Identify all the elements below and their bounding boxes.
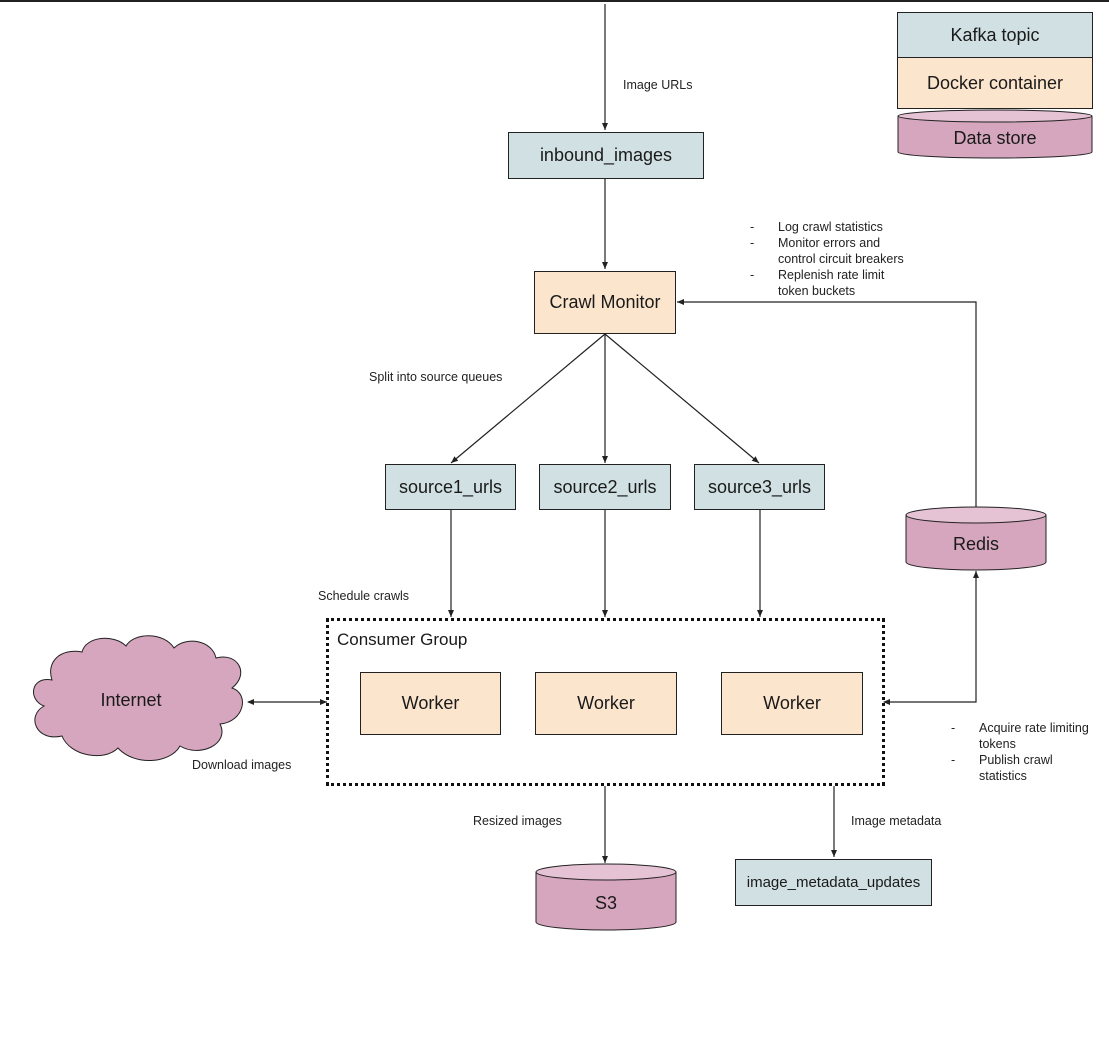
worker-label: Worker xyxy=(401,693,460,713)
monitor-notes: - Log crawl statistics - Monitor errors an… xyxy=(750,219,904,299)
worker-notes: - Acquire rate limiting tokens - Publish c… xyxy=(951,720,1089,784)
node-s3-label: S3 xyxy=(594,892,618,913)
node-source3-label: source3_urls xyxy=(707,476,812,497)
node-crawl-monitor-label: Crawl Monitor xyxy=(549,292,661,312)
node-inbound-images-label: inbound_images xyxy=(539,145,673,165)
node-internet[interactable]: Internet xyxy=(70,683,192,717)
node-redis[interactable]: Redis xyxy=(906,523,1046,565)
label-resized-images: Resized images xyxy=(473,814,562,828)
legend-data-store: Data store xyxy=(898,122,1092,154)
edge-group-redis xyxy=(883,571,979,705)
edge-monitor-to-source3 xyxy=(604,333,760,464)
legend-docker-label: Docker container xyxy=(926,72,1064,93)
node-source3-urls[interactable]: source3_urls xyxy=(694,464,825,510)
node-source1-urls[interactable]: source1_urls xyxy=(385,464,516,510)
node-metadata-label: image_metadata_updates xyxy=(746,874,921,891)
note-row: tokens xyxy=(979,737,1016,751)
node-worker[interactable]: Worker xyxy=(721,672,863,735)
note-row: - Acquire rate limiting xyxy=(951,721,1089,735)
note-row: statistics xyxy=(979,769,1027,783)
label-split-queues: Split into source queues xyxy=(369,370,503,384)
note-row: control circuit breakers xyxy=(778,252,904,266)
label-schedule-crawls: Schedule crawls xyxy=(318,589,410,603)
legend-store-label: Data store xyxy=(953,127,1037,148)
worker-label: Worker xyxy=(577,693,635,713)
legend-docker-container: Docker container xyxy=(897,57,1093,109)
label-image-urls: Image URLs xyxy=(623,78,693,92)
label-image-metadata: Image metadata xyxy=(851,814,942,828)
note-row: - Replenish rate limit xyxy=(750,268,885,282)
node-inbound-images[interactable]: inbound_images xyxy=(508,132,704,179)
legend-kafka-topic: Kafka topic xyxy=(897,12,1093,58)
node-internet-label: Internet xyxy=(100,689,162,710)
label-download-images: Download images xyxy=(192,758,292,772)
node-s3[interactable]: S3 xyxy=(536,882,676,924)
edge-monitor-to-source1 xyxy=(450,333,606,464)
note-row: token buckets xyxy=(778,284,856,298)
note-row: - Log crawl statistics xyxy=(750,220,883,234)
node-crawl-monitor[interactable]: Crawl Monitor xyxy=(534,271,676,334)
legend-kafka-label: Kafka topic xyxy=(950,24,1040,45)
node-source1-label: source1_urls xyxy=(398,476,503,497)
node-source2-label: source2_urls xyxy=(553,476,657,497)
node-image-metadata-updates[interactable]: image_metadata_updates xyxy=(735,859,932,906)
worker-label: Worker xyxy=(763,693,821,713)
node-redis-label: Redis xyxy=(952,533,1000,554)
note-row: - Monitor errors and xyxy=(750,236,881,250)
node-source2-urls[interactable]: source2_urls xyxy=(539,464,671,510)
note-row: - Publish crawl xyxy=(951,753,1053,767)
node-worker[interactable]: Worker xyxy=(535,672,677,735)
consumer-group-title: Consumer Group xyxy=(337,630,468,649)
node-worker[interactable]: Worker xyxy=(360,672,501,735)
